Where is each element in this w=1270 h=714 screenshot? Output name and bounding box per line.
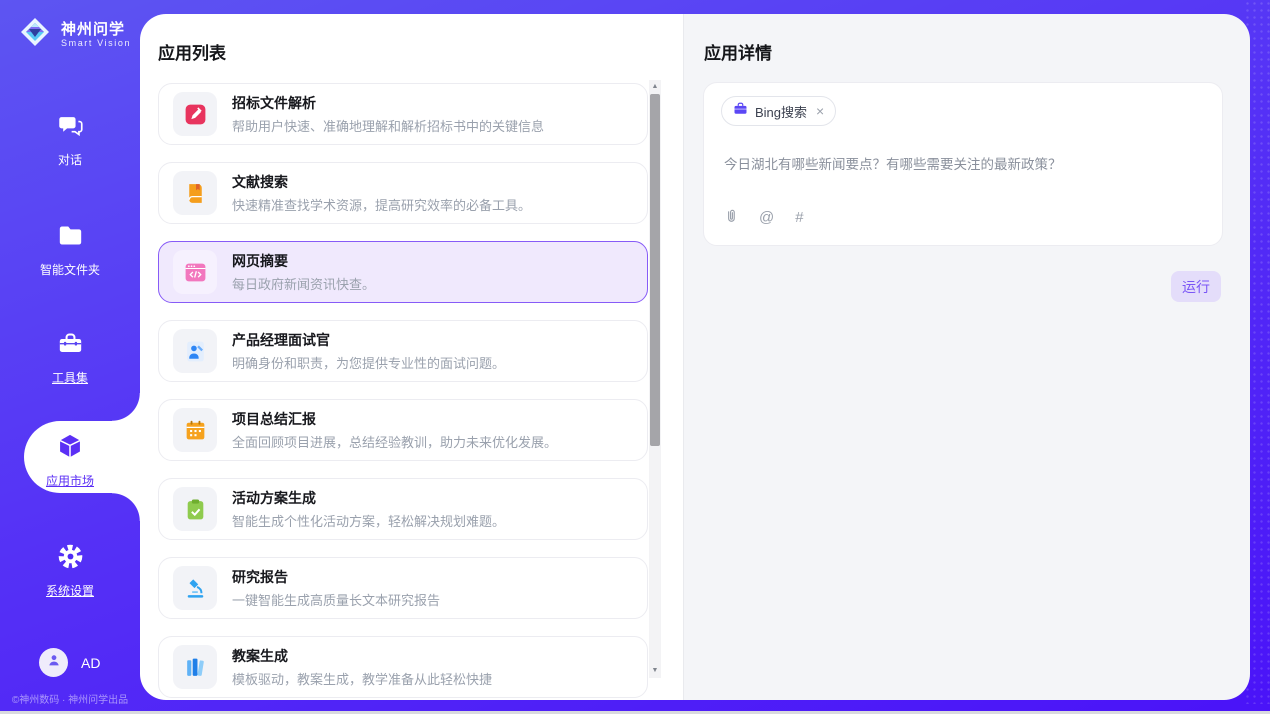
brand-logo: 神州问学 Smart Vision xyxy=(16,13,131,56)
run-button[interactable]: 运行 xyxy=(1171,271,1221,302)
app-card-desc: 每日政府新闻资讯快查。 xyxy=(232,274,375,293)
app-card-desc: 模板驱动，教案生成，教学准备从此轻松快捷 xyxy=(232,669,492,688)
app-card-title: 产品经理面试官 xyxy=(232,330,505,350)
app-detail-panel: 应用详情 Bing搜索 × 今日湖北有哪些新闻要点？有哪些需要关注的最新政策？ xyxy=(683,14,1250,700)
sidebar-item-label: 工具集 xyxy=(52,369,88,386)
interviewer-icon xyxy=(173,329,217,373)
tender-edit-icon xyxy=(173,92,217,136)
app-card-research-report[interactable]: 研究报告 一键智能生成高质量长文本研究报告 xyxy=(158,557,648,619)
report-note-icon xyxy=(173,408,217,452)
scroll-down-icon[interactable]: ▼ xyxy=(649,665,661,677)
toolbox-icon xyxy=(57,330,84,362)
app-card-title: 教案生成 xyxy=(232,646,492,666)
app-card-lesson-plan[interactable]: 教案生成 模板驱动，教案生成，教学准备从此轻松快捷 xyxy=(158,636,648,698)
app-card-desc: 明确身份和职责，为您提供专业性的面试问题。 xyxy=(232,353,505,372)
sidebar-item-label: 系统设置 xyxy=(46,582,94,599)
app-card-literature-search[interactable]: 文献搜索 快速精准查找学术资源，提高研究效率的必备工具。 xyxy=(158,162,648,224)
sidebar-item-chat[interactable]: 对话 xyxy=(0,112,140,168)
gear-icon xyxy=(57,543,84,575)
sidebar-item-label: 智能文件夹 xyxy=(40,261,100,278)
main-container: 应用列表 招标文件解析 帮助用户快速、准确地理解和解析招标书中的关键信息 xyxy=(140,14,1250,700)
hash-icon[interactable]: # xyxy=(795,210,803,225)
app-card-web-summary[interactable]: 网页摘要 每日政府新闻资讯快查。 xyxy=(158,241,648,303)
app-card-title: 活动方案生成 xyxy=(232,488,505,508)
app-card-title: 项目总结汇报 xyxy=(232,409,557,429)
user-avatar-icon xyxy=(46,652,62,673)
sidebar-item-settings[interactable]: 系统设置 xyxy=(0,543,140,599)
sidebar-item-app-market[interactable]: 应用市场 xyxy=(0,432,140,489)
brand-name: 神州问学 xyxy=(61,21,131,38)
app-card-title: 文献搜索 xyxy=(232,172,531,192)
tool-tag-label: Bing搜索 xyxy=(755,102,807,121)
app-card-title: 网页摘要 xyxy=(232,251,375,271)
app-card-title: 研究报告 xyxy=(232,567,440,587)
sidebar-item-toolset[interactable]: 工具集 xyxy=(0,330,140,386)
app-card-project-summary[interactable]: 项目总结汇报 全面回顾项目进展，总结经验教训，助力未来优化发展。 xyxy=(158,399,648,461)
app-list-panel: 应用列表 招标文件解析 帮助用户快速、准确地理解和解析招标书中的关键信息 xyxy=(140,14,683,700)
query-input-card[interactable]: Bing搜索 × 今日湖北有哪些新闻要点？有哪些需要关注的最新政策？ @ # xyxy=(703,82,1223,246)
app-card-desc: 智能生成个性化活动方案，轻松解决规划难题。 xyxy=(232,511,505,530)
webpage-icon xyxy=(173,250,217,294)
user-initials: AD xyxy=(81,655,100,671)
brand-subtitle: Smart Vision xyxy=(61,38,131,48)
user-account[interactable]: AD xyxy=(39,648,100,677)
app-list-title: 应用列表 xyxy=(158,39,226,64)
app-card-desc: 全面回顾项目进展，总结经验教训，助力未来优化发展。 xyxy=(232,432,557,451)
clipboard-check-icon xyxy=(173,487,217,531)
briefcase-icon xyxy=(733,101,748,121)
app-card-title: 招标文件解析 xyxy=(232,93,544,113)
sidebar-item-label: 对话 xyxy=(58,151,82,168)
books-icon xyxy=(173,645,217,689)
tool-tag-bing-search[interactable]: Bing搜索 × xyxy=(721,96,836,126)
app-card-tender-parse[interactable]: 招标文件解析 帮助用户快速、准确地理解和解析招标书中的关键信息 xyxy=(158,83,648,145)
query-text[interactable]: 今日湖北有哪些新闻要点？有哪些需要关注的最新政策？ xyxy=(724,153,1202,173)
cube-icon xyxy=(56,432,84,465)
chat-icon xyxy=(57,112,84,144)
app-list-scrollbar[interactable]: ▲ ▼ xyxy=(649,80,661,678)
at-icon[interactable]: @ xyxy=(759,210,774,225)
literature-book-icon xyxy=(173,171,217,215)
sidebar-item-label: 应用市场 xyxy=(46,472,94,489)
app-detail-title: 应用详情 xyxy=(704,39,772,64)
app-card-activity-plan[interactable]: 活动方案生成 智能生成个性化活动方案，轻松解决规划难题。 xyxy=(158,478,648,540)
app-card-list: 招标文件解析 帮助用户快速、准确地理解和解析招标书中的关键信息 文献搜索 快速精… xyxy=(158,83,648,700)
input-toolbar: @ # xyxy=(724,208,804,227)
sidebar: 神州问学 Smart Vision 对话 智能文件夹 xyxy=(0,0,140,714)
tool-tag-close-icon[interactable]: × xyxy=(816,104,824,118)
avatar xyxy=(39,648,68,677)
app-card-desc: 帮助用户快速、准确地理解和解析招标书中的关键信息 xyxy=(232,116,544,135)
sidebar-item-smart-folder[interactable]: 智能文件夹 xyxy=(0,222,140,278)
diamond-logo-icon xyxy=(16,13,54,56)
folder-icon xyxy=(57,222,84,254)
microscope-icon xyxy=(173,566,217,610)
scroll-up-icon[interactable]: ▲ xyxy=(649,81,661,93)
scrollbar-thumb[interactable] xyxy=(650,94,660,446)
paperclip-icon[interactable] xyxy=(724,208,738,227)
app-card-pm-interviewer[interactable]: 产品经理面试官 明确身份和职责，为您提供专业性的面试问题。 xyxy=(158,320,648,382)
app-card-desc: 一键智能生成高质量长文本研究报告 xyxy=(232,590,440,609)
copyright-footer: ©神州数码 · 神州问学出品 xyxy=(0,691,140,706)
app-card-desc: 快速精准查找学术资源，提高研究效率的必备工具。 xyxy=(232,195,531,214)
